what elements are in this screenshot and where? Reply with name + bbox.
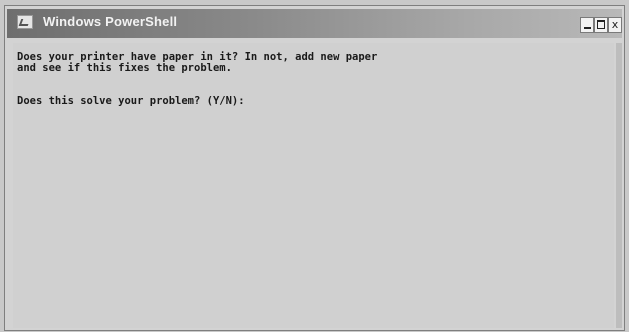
console-line: and see if this fixes the problem. [17, 62, 232, 74]
minimize-button[interactable] [580, 17, 594, 33]
close-button[interactable]: x [608, 17, 622, 33]
console-output[interactable]: Does your printer have paper in it? In n… [13, 43, 614, 328]
scrollbar[interactable] [616, 43, 622, 328]
title-bar[interactable]: Windows PowerShell x [7, 9, 622, 38]
window-title: Windows PowerShell [43, 14, 178, 29]
powershell-icon [17, 15, 33, 29]
maximize-button[interactable] [594, 17, 608, 33]
console-prompt: Does this solve your problem? (Y/N): [17, 95, 245, 107]
powershell-window: Windows PowerShell x Does your printer h… [4, 5, 625, 331]
